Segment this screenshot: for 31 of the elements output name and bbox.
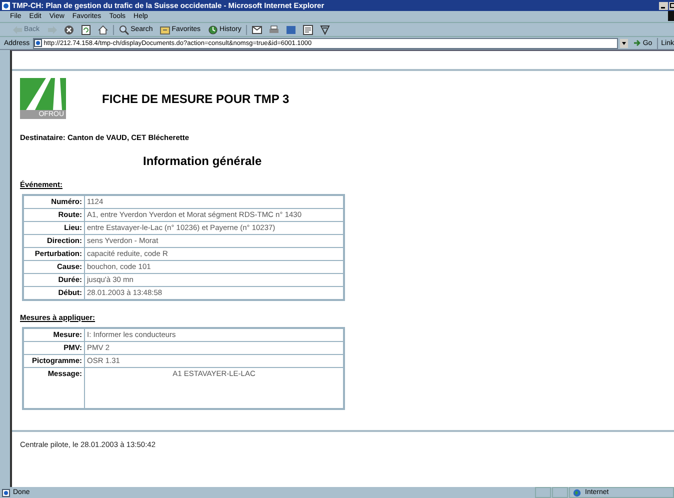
discuss-button[interactable] [301,24,316,35]
messenger-button[interactable] [318,24,332,35]
road-icon [20,78,66,110]
page-icon [2,488,10,496]
envelope-icon [252,24,262,34]
document-icon [303,24,314,34]
mail-button[interactable] [250,24,264,35]
printer-icon [269,24,280,34]
page-icon [34,39,42,47]
folder-icon [160,24,170,34]
stop-button[interactable] [62,24,76,35]
section-heading: Information générale [143,154,263,168]
home-button[interactable] [96,24,110,35]
stop-icon [64,24,74,34]
arrow-icon [632,39,641,47]
clock-icon [208,24,218,34]
maximize-icon[interactable] [669,2,674,10]
forward-arrow-icon [46,24,57,34]
search-icon [118,24,129,34]
home-icon [98,24,108,34]
refresh-icon [80,24,91,34]
page-title: FICHE DE MESURE POUR TMP 3 [102,92,290,106]
minimize-icon[interactable] [659,2,668,10]
ie-logo-icon [2,2,10,10]
triangle-icon [320,24,330,34]
status-panel [535,487,551,498]
dropdown-arrow-icon[interactable] [620,38,628,48]
globe-icon [573,488,581,496]
back-arrow-icon [12,24,22,34]
refresh-button[interactable] [78,24,93,35]
print-button[interactable] [267,24,282,35]
